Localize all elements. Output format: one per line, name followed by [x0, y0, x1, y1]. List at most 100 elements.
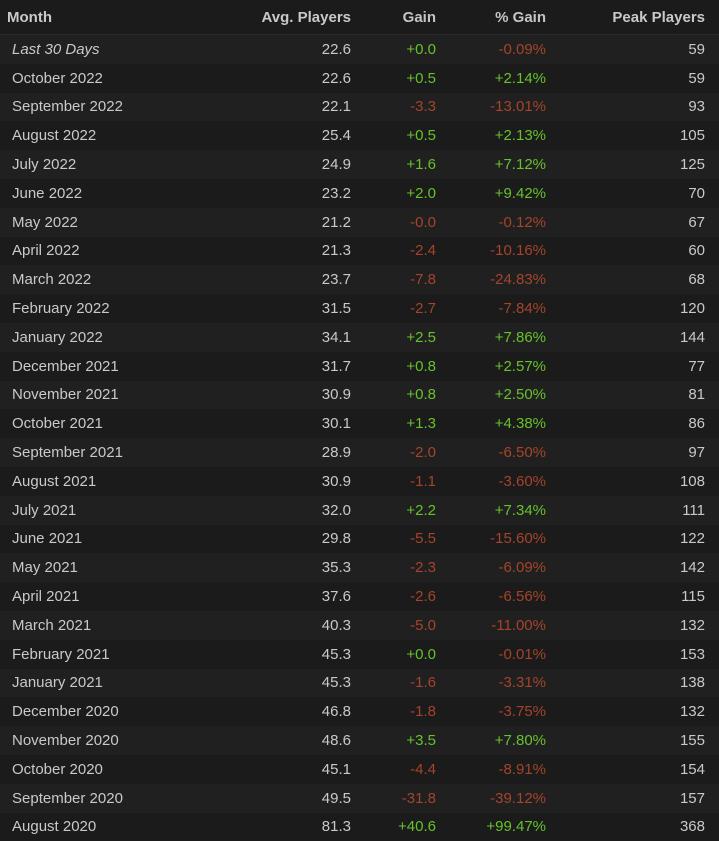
cell-percent-gain: -0.01% — [440, 640, 556, 669]
cell-percent-gain: +2.57% — [440, 352, 556, 381]
cell-avg-players: 45.3 — [200, 669, 360, 698]
column-header-gain[interactable]: Gain — [360, 0, 440, 35]
cell-avg-players: 22.6 — [200, 35, 360, 64]
cell-gain: -31.8 — [360, 784, 440, 813]
cell-gain: +2.0 — [360, 179, 440, 208]
cell-avg-players: 45.3 — [200, 640, 360, 669]
cell-percent-gain: +4.38% — [440, 409, 556, 438]
cell-gain: -2.0 — [360, 438, 440, 467]
cell-gain: -3.3 — [360, 93, 440, 122]
cell-gain: +3.5 — [360, 726, 440, 755]
table-row: November 202048.6+3.5+7.80%155 — [0, 726, 719, 755]
cell-month: August 2021 — [0, 467, 200, 496]
cell-avg-players: 29.8 — [200, 525, 360, 554]
cell-gain: -0.0 — [360, 208, 440, 237]
cell-peak-players: 132 — [556, 611, 719, 640]
column-header-month[interactable]: Month — [0, 0, 200, 35]
cell-peak-players: 111 — [556, 496, 719, 525]
cell-percent-gain: +2.50% — [440, 381, 556, 410]
cell-peak-players: 59 — [556, 64, 719, 93]
cell-percent-gain: -24.83% — [440, 265, 556, 294]
cell-peak-players: 144 — [556, 323, 719, 352]
cell-month: July 2021 — [0, 496, 200, 525]
cell-percent-gain: -6.09% — [440, 553, 556, 582]
cell-peak-players: 60 — [556, 237, 719, 266]
table-row: September 202222.1-3.3-13.01%93 — [0, 93, 719, 122]
cell-month: September 2021 — [0, 438, 200, 467]
cell-avg-players: 22.1 — [200, 93, 360, 122]
table-row: July 202224.9+1.6+7.12%125 — [0, 150, 719, 179]
column-header-avg-players[interactable]: Avg. Players — [200, 0, 360, 35]
cell-percent-gain: +2.13% — [440, 121, 556, 150]
cell-peak-players: 108 — [556, 467, 719, 496]
cell-peak-players: 68 — [556, 265, 719, 294]
cell-percent-gain: -3.75% — [440, 697, 556, 726]
cell-avg-players: 48.6 — [200, 726, 360, 755]
table-row: September 202128.9-2.0-6.50%97 — [0, 438, 719, 467]
table-row: June 202129.8-5.5-15.60%122 — [0, 525, 719, 554]
cell-percent-gain: -7.84% — [440, 294, 556, 323]
cell-percent-gain: -8.91% — [440, 755, 556, 784]
column-header-percent-gain[interactable]: % Gain — [440, 0, 556, 35]
cell-percent-gain: -6.56% — [440, 582, 556, 611]
table-row: March 202140.3-5.0-11.00%132 — [0, 611, 719, 640]
cell-gain: +1.3 — [360, 409, 440, 438]
cell-percent-gain: -3.31% — [440, 669, 556, 698]
cell-avg-players: 24.9 — [200, 150, 360, 179]
cell-percent-gain: -39.12% — [440, 784, 556, 813]
column-header-peak-players[interactable]: Peak Players — [556, 0, 719, 35]
table-row: August 202225.4+0.5+2.13%105 — [0, 121, 719, 150]
cell-gain: +2.5 — [360, 323, 440, 352]
cell-avg-players: 30.1 — [200, 409, 360, 438]
cell-percent-gain: +7.34% — [440, 496, 556, 525]
cell-avg-players: 34.1 — [200, 323, 360, 352]
cell-avg-players: 23.7 — [200, 265, 360, 294]
cell-peak-players: 155 — [556, 726, 719, 755]
table-body: Last 30 Days22.6+0.0-0.09%59October 2022… — [0, 35, 719, 841]
cell-peak-players: 157 — [556, 784, 719, 813]
cell-gain: -4.4 — [360, 755, 440, 784]
cell-peak-players: 93 — [556, 93, 719, 122]
cell-month: December 2021 — [0, 352, 200, 381]
cell-avg-players: 30.9 — [200, 381, 360, 410]
cell-month: September 2022 — [0, 93, 200, 122]
cell-peak-players: 125 — [556, 150, 719, 179]
table-row: September 202049.5-31.8-39.12%157 — [0, 784, 719, 813]
cell-avg-players: 37.6 — [200, 582, 360, 611]
cell-month: April 2021 — [0, 582, 200, 611]
cell-month: October 2021 — [0, 409, 200, 438]
cell-peak-players: 81 — [556, 381, 719, 410]
cell-gain: -1.6 — [360, 669, 440, 698]
cell-peak-players: 59 — [556, 35, 719, 64]
cell-percent-gain: +99.47% — [440, 813, 556, 841]
cell-avg-players: 45.1 — [200, 755, 360, 784]
cell-month: December 2020 — [0, 697, 200, 726]
table-row: Last 30 Days22.6+0.0-0.09%59 — [0, 35, 719, 64]
table-row: August 202081.3+40.6+99.47%368 — [0, 813, 719, 841]
cell-peak-players: 115 — [556, 582, 719, 611]
table-row: December 202046.8-1.8-3.75%132 — [0, 697, 719, 726]
cell-percent-gain: -0.12% — [440, 208, 556, 237]
cell-gain: -5.0 — [360, 611, 440, 640]
cell-percent-gain: +7.80% — [440, 726, 556, 755]
cell-peak-players: 138 — [556, 669, 719, 698]
table-row: April 202137.6-2.6-6.56%115 — [0, 582, 719, 611]
cell-peak-players: 120 — [556, 294, 719, 323]
cell-peak-players: 154 — [556, 755, 719, 784]
table-row: July 202132.0+2.2+7.34%111 — [0, 496, 719, 525]
cell-avg-players: 40.3 — [200, 611, 360, 640]
cell-month: August 2022 — [0, 121, 200, 150]
cell-gain: -7.8 — [360, 265, 440, 294]
cell-percent-gain: -0.09% — [440, 35, 556, 64]
table-row: August 202130.9-1.1-3.60%108 — [0, 467, 719, 496]
cell-month: January 2022 — [0, 323, 200, 352]
cell-percent-gain: -15.60% — [440, 525, 556, 554]
cell-month: Last 30 Days — [0, 35, 200, 64]
table-row: October 202045.1-4.4-8.91%154 — [0, 755, 719, 784]
table-row: October 202222.6+0.5+2.14%59 — [0, 64, 719, 93]
table-row: March 202223.7-7.8-24.83%68 — [0, 265, 719, 294]
cell-month: April 2022 — [0, 237, 200, 266]
cell-avg-players: 49.5 — [200, 784, 360, 813]
cell-percent-gain: +7.86% — [440, 323, 556, 352]
cell-peak-players: 97 — [556, 438, 719, 467]
